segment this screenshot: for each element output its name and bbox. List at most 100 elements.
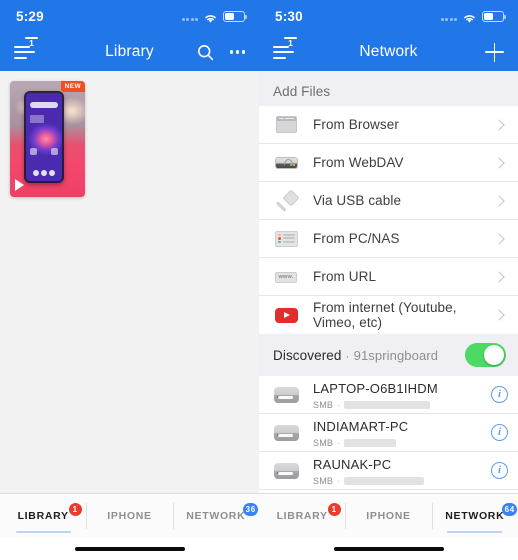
device-subtitle: SMB ·: [313, 400, 491, 410]
device-protocol: SMB: [313, 437, 334, 448]
device-separator: ·: [337, 437, 341, 448]
device-row[interactable]: RAUNAK-PC SMB · i: [259, 452, 518, 490]
chevron-right-icon: [493, 194, 505, 207]
chevron-right-icon: [493, 270, 505, 283]
discovered-separator: ·: [345, 348, 350, 363]
battery-icon: [482, 11, 506, 22]
tab-iphone[interactable]: IPHONE: [86, 494, 172, 538]
nav-actions: [197, 44, 245, 61]
device-address-redacted: [344, 438, 397, 447]
tab-iphone[interactable]: IPHONE: [345, 494, 431, 538]
discovered-device-list: LAPTOP-O6B1IHDM SMB · i INDIAMART-PC SMB…: [259, 376, 518, 493]
device-separator: ·: [337, 475, 341, 486]
search-icon[interactable]: [197, 44, 214, 61]
device-protocol: SMB: [313, 475, 334, 486]
left-screen-library: 5:29 1 Library NEW LIBRARY 1 IPHONE NETW…: [0, 0, 259, 560]
add-files-row-pcnas[interactable]: From PC/NAS: [259, 220, 518, 258]
wifi-icon: [462, 11, 477, 23]
hamburger-menu-icon[interactable]: 1: [273, 37, 297, 62]
device-row[interactable]: INDIAMART-PC SMB · i: [259, 414, 518, 452]
tab-bar: LIBRARY 1 IPHONE NETWORK 64: [259, 493, 518, 538]
youtube-icon: [273, 305, 299, 325]
add-files-row-browser[interactable]: From Browser: [259, 106, 518, 144]
tab-library-label: LIBRARY 1: [18, 503, 82, 522]
video-thumbnail-card[interactable]: NEW: [10, 81, 85, 197]
menu-badge: 1: [25, 37, 38, 48]
status-indicators: [181, 11, 247, 23]
plus-icon[interactable]: [485, 42, 504, 62]
hamburger-menu-icon[interactable]: 1: [14, 37, 38, 62]
tab-network[interactable]: NETWORK 36: [172, 494, 259, 538]
tab-bar: LIBRARY 1 IPHONE NETWORK 36: [0, 493, 259, 538]
nav-actions: [485, 42, 504, 62]
tab-library-badge: 1: [68, 503, 82, 516]
discovered-network-name: 91springboard: [353, 347, 439, 363]
row-label: From URL: [313, 269, 377, 284]
tab-iphone-label: IPHONE: [366, 510, 411, 522]
device-name: RAUNAK-PC: [313, 456, 392, 472]
tab-network-label: NETWORK 36: [186, 503, 259, 522]
navigation-bar: 1 Network: [259, 33, 518, 71]
toggle-switch-icon[interactable]: [465, 343, 506, 367]
device-name: INDIAMART-PC: [313, 418, 409, 434]
info-icon[interactable]: i: [491, 462, 508, 479]
info-icon[interactable]: i: [491, 424, 508, 441]
tab-network-label: NETWORK 64: [445, 503, 518, 522]
tab-library[interactable]: LIBRARY 1: [259, 494, 345, 538]
device-protocol: SMB: [313, 399, 334, 410]
device-address-redacted: [344, 400, 431, 409]
device-subtitle: SMB ·: [313, 476, 491, 486]
discovered-title-group: Discovered · 91springboard: [273, 348, 438, 363]
info-icon[interactable]: i: [491, 386, 508, 403]
status-clock: 5:30: [275, 9, 303, 24]
new-badge: NEW: [60, 81, 85, 92]
status-indicators: [440, 11, 506, 23]
tab-network[interactable]: NETWORK 64: [431, 494, 518, 538]
signal-dots-icon: [181, 13, 198, 21]
page-title: Network: [359, 43, 418, 60]
usb-cable-icon: [273, 191, 299, 211]
add-files-row-internet[interactable]: From internet (Youtube, Vimeo, etc): [259, 296, 518, 334]
row-label: From PC/NAS: [313, 231, 400, 246]
tab-library[interactable]: LIBRARY 1: [0, 494, 86, 538]
add-files-row-url[interactable]: www. From URL: [259, 258, 518, 296]
dual-screenshot-container: 5:29 1 Library NEW LIBRARY 1 IPHONE NETW…: [0, 0, 518, 560]
phone-photo: [24, 91, 64, 183]
home-indicator[interactable]: [333, 547, 444, 551]
screen-app-icon: [51, 148, 58, 155]
phone-screen: [26, 93, 62, 181]
active-tab-indicator: [15, 530, 71, 533]
network-content: Add Files From Browser From WebDAV Via U…: [259, 71, 518, 493]
home-indicator-area: [259, 538, 518, 560]
www-icon-text: www.: [275, 271, 297, 283]
server-rack-icon: [273, 229, 299, 249]
browser-icon: [273, 115, 299, 135]
chevron-right-icon: [493, 118, 505, 131]
signal-dots-icon: [440, 13, 457, 21]
device-row[interactable]: LAPTOP-O6B1IHDM SMB · i: [259, 376, 518, 414]
wifi-icon: [203, 11, 218, 23]
row-label: From Browser: [313, 117, 399, 132]
device-name: LAPTOP-O6B1IHDM: [313, 380, 438, 396]
add-files-row-webdav[interactable]: From WebDAV: [259, 144, 518, 182]
tab-iphone-label: IPHONE: [107, 510, 152, 522]
device-text: INDIAMART-PC SMB ·: [313, 418, 491, 448]
chevron-right-icon: [493, 309, 505, 321]
navigation-bar: 1 Library: [0, 33, 259, 71]
screen-dock: [30, 169, 58, 177]
status-clock: 5:29: [16, 9, 44, 24]
status-bar: 5:29: [0, 0, 259, 33]
add-files-list: From Browser From WebDAV Via USB cable F…: [259, 106, 518, 334]
right-screen-network: 5:30 1 Network Add Files From Browser Fr…: [259, 0, 518, 560]
more-options-icon[interactable]: [229, 50, 245, 54]
home-indicator[interactable]: [74, 547, 185, 551]
device-separator: ·: [337, 399, 341, 410]
play-icon[interactable]: [15, 179, 24, 191]
tab-network-badge: 36: [243, 503, 259, 516]
device-subtitle: SMB ·: [313, 438, 491, 448]
www-icon: www.: [273, 267, 299, 287]
home-indicator-area: [0, 538, 259, 560]
discovered-title: Discovered: [273, 347, 342, 363]
device-address-redacted: [344, 476, 425, 485]
add-files-row-usb[interactable]: Via USB cable: [259, 182, 518, 220]
